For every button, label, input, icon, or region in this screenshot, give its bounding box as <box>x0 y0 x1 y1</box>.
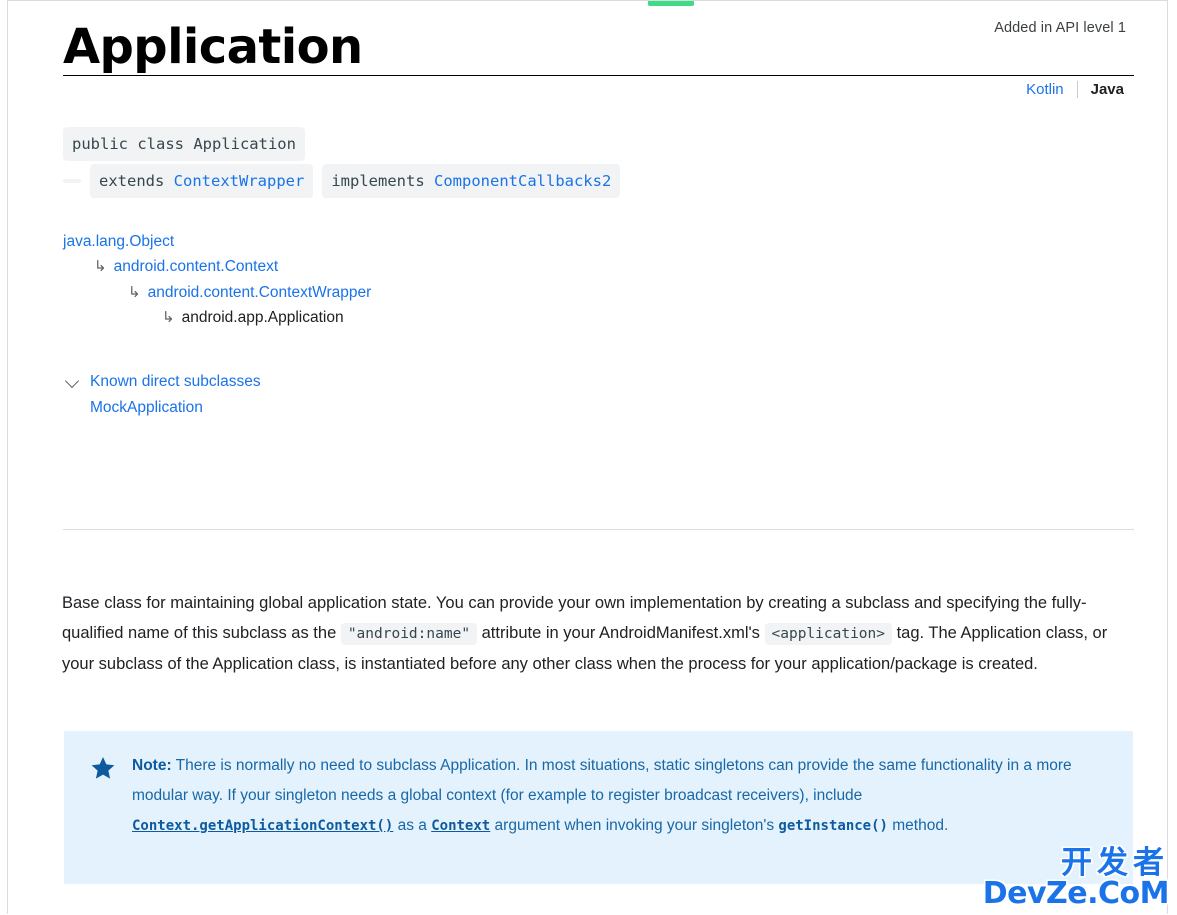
note-code-getinstance: getInstance() <box>778 818 888 834</box>
extends-keyword: extends <box>99 172 165 190</box>
chevron-down-icon <box>63 370 83 390</box>
note-text-3: argument when invoking your singleton's <box>490 817 779 834</box>
note-text-1: There is normally no need to subclass Ap… <box>132 757 1072 804</box>
signature-declaration: public class Application <box>63 127 305 161</box>
inheritance-row: java.lang.Object <box>63 229 371 254</box>
implements-keyword: implements <box>331 172 425 190</box>
tree-arrow-icon: ↳ <box>162 308 175 326</box>
description-text-2: attribute in your AndroidManifest.xml's <box>477 623 765 642</box>
description-code-android-name: "android:name" <box>340 622 478 645</box>
signature-indent-spacer <box>63 179 81 183</box>
signature-implements-chip: implements ComponentCallbacks2 <box>322 164 621 198</box>
implements-type-link[interactable]: ComponentCallbacks2 <box>434 172 611 190</box>
note-text-2: as a <box>393 817 432 834</box>
inheritance-link-context[interactable]: android.content.Context <box>114 258 279 275</box>
section-divider <box>63 529 1134 530</box>
inheritance-tree: java.lang.Object ↳ android.content.Contex… <box>63 229 371 330</box>
language-switcher: Kotlin Java <box>1013 81 1126 98</box>
note-link-context[interactable]: Context <box>431 818 490 834</box>
inheritance-current-class: android.app.Application <box>181 308 344 326</box>
class-description: Base class for maintaining global applic… <box>62 588 1134 679</box>
top-progress-indicator <box>648 1 694 6</box>
tab-java[interactable]: Java <box>1078 81 1126 98</box>
note-link-getapplicationcontext[interactable]: Context.getApplicationContext() <box>132 818 393 834</box>
known-subclasses-list: MockApplication <box>63 395 261 420</box>
class-signature: public class Application extends Context… <box>63 127 621 201</box>
tab-kotlin[interactable]: Kotlin <box>1013 81 1077 98</box>
signature-row-declaration: public class Application <box>63 127 620 161</box>
signature-row-inheritance: extends ContextWrapper implements Compon… <box>63 164 621 198</box>
tree-arrow-icon: ↳ <box>94 258 107 276</box>
inheritance-row: ↳ android.app.Application <box>63 305 371 330</box>
inheritance-row: ↳ android.content.Context <box>63 254 371 279</box>
note-callout: Note: There is normally no need to subcl… <box>64 731 1133 884</box>
known-subclasses-heading[interactable]: Known direct subclasses <box>90 369 261 394</box>
page-title: Application <box>63 19 363 75</box>
note-label: Note: <box>132 757 172 774</box>
subclass-item-mockapplication[interactable]: MockApplication <box>90 395 261 420</box>
api-level-label: Added in API level 1 <box>994 20 1126 36</box>
note-text-4: method. <box>887 817 949 834</box>
known-subclasses-toggle[interactable]: Known direct subclasses <box>63 369 261 394</box>
title-divider <box>63 75 1134 76</box>
tree-arrow-icon: ↳ <box>128 283 141 301</box>
inheritance-link-object[interactable]: java.lang.Object <box>63 233 174 250</box>
inheritance-link-contextwrapper[interactable]: android.content.ContextWrapper <box>148 284 372 301</box>
description-code-application-tag: <application> <box>764 622 892 645</box>
inheritance-row: ↳ android.content.ContextWrapper <box>63 280 371 305</box>
known-subclasses-section: Known direct subclasses MockApplication <box>63 369 261 420</box>
extends-type-link[interactable]: ContextWrapper <box>174 172 305 190</box>
note-text: Note: There is normally no need to subcl… <box>132 751 1109 841</box>
star-icon <box>90 755 118 785</box>
signature-extends-chip: extends ContextWrapper <box>90 164 314 198</box>
page-frame: Added in API level 1 Application Kotlin … <box>7 0 1168 914</box>
